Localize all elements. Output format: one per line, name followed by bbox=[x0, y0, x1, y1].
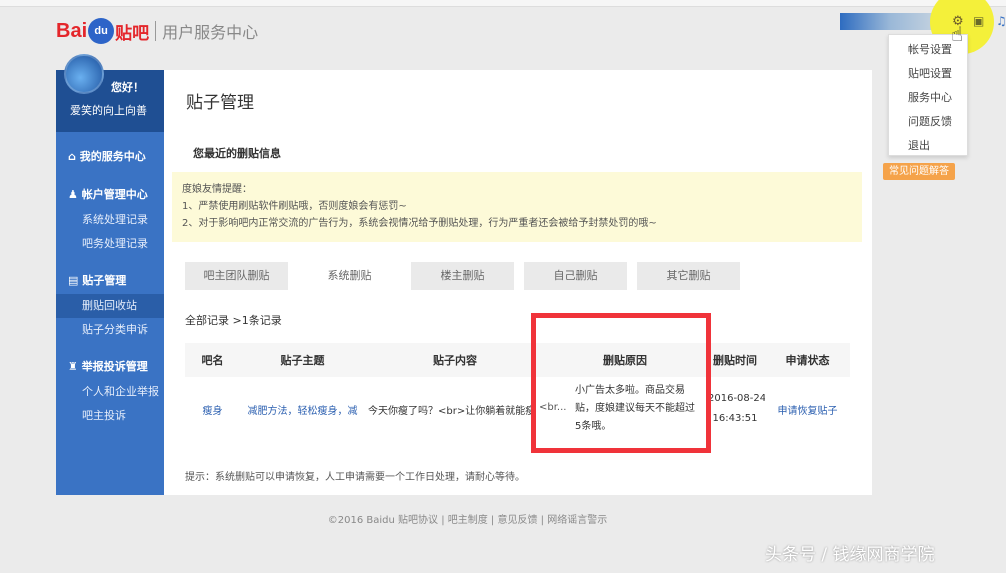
browser-top-bar bbox=[0, 0, 1006, 7]
restore-post-link[interactable]: 申请恢复贴子 bbox=[778, 406, 838, 417]
gift-icon[interactable]: ▣ bbox=[973, 14, 984, 28]
sidebar: 您好！ 爱笑的向上向善 ⌂ 我的服务中心 ♟ 帐户管理中心 系统处理记录 吧务处… bbox=[56, 54, 164, 495]
site-subtitle: 用户服务中心 bbox=[162, 23, 259, 42]
avatar[interactable] bbox=[64, 54, 104, 94]
username-link[interactable] bbox=[840, 13, 940, 30]
warning-line: 1、严禁使用刷贴软件刷贴哦，否则度娘会有惩罚~ bbox=[182, 201, 407, 212]
hand-cursor-icon: ☝ bbox=[951, 22, 964, 46]
tip-text: 提示：系统删贴可以申请恢复，人工申请需要一个工作日处理，请耐心等待。 bbox=[185, 472, 525, 483]
sidebar-item-appeal[interactable]: 贴子分类申诉 bbox=[56, 318, 164, 342]
page-title: 贴子管理 bbox=[186, 93, 254, 113]
table-row: 瘦身 减肥方法，轻松瘦身，减 今天你瘦了吗？<br>让你躺着就能瘦 小广告太多啦… bbox=[185, 377, 850, 441]
warning-box: 度娘友情提醒： 1、严禁使用刷贴软件刷贴哦，否则度娘会有惩罚~ 2、对于影响吧内… bbox=[172, 172, 862, 242]
menu-item-logout[interactable]: 退出 bbox=[889, 134, 967, 158]
tab-bar: 吧主团队删贴 系统删贴 楼主删贴 自己删贴 其它删贴 bbox=[185, 262, 750, 290]
tab-op[interactable]: 楼主删贴 bbox=[411, 262, 514, 290]
sidebar-item-report[interactable]: 个人和企业举报 bbox=[56, 380, 164, 404]
menu-item-tieba-settings[interactable]: 贴吧设置 bbox=[889, 62, 967, 86]
bell-icon[interactable]: ♫ bbox=[996, 14, 1006, 28]
logo-text: Bai bbox=[56, 19, 88, 42]
tab-admin-team[interactable]: 吧主团队删贴 bbox=[185, 262, 288, 290]
footer: ©2016 Baidu 贴吧协议 | 吧主制度 | 意见反馈 | 网络谣言警示 bbox=[327, 515, 608, 526]
col-topic: 贴子主题 bbox=[240, 343, 365, 377]
section-title: 您最近的删贴信息 bbox=[193, 147, 281, 160]
group-label: 举报投诉管理 bbox=[81, 360, 148, 373]
group-label: 我的服务中心 bbox=[79, 150, 146, 163]
faq-button[interactable]: 常见问题解答 bbox=[883, 163, 955, 180]
sidebar-item-system-records[interactable]: 系统处理记录 bbox=[56, 208, 164, 232]
col-status: 申请状态 bbox=[765, 343, 850, 377]
delete-time: 16:43:51 bbox=[712, 413, 758, 424]
sidebar-group-service[interactable]: ⌂ 我的服务中心 bbox=[56, 144, 164, 170]
menu-item-feedback[interactable]: 问题反馈 bbox=[889, 110, 967, 134]
watermark: 头条号 / 钱缘网商学院 bbox=[765, 545, 935, 565]
sidebar-item-recycle-bin[interactable]: 删贴回收站 bbox=[56, 294, 164, 318]
tab-system[interactable]: 系统删贴 bbox=[298, 262, 401, 290]
group-label: 贴子管理 bbox=[82, 274, 127, 287]
sidebar-group-posts[interactable]: ▤ 贴子管理 bbox=[56, 268, 164, 294]
settings-dropdown: 帐号设置 贴吧设置 服务中心 问题反馈 退出 bbox=[888, 34, 968, 156]
menu-item-service-center[interactable]: 服务中心 bbox=[889, 86, 967, 110]
tab-other[interactable]: 其它删贴 bbox=[637, 262, 740, 290]
col-forum: 吧名 bbox=[185, 343, 240, 377]
warning-line: 2、对于影响吧内正常交流的广告行为，系统会视情况给予删贴处理，行为严重者还会被给… bbox=[182, 218, 657, 229]
sidebar-item-admin-records[interactable]: 吧务处理记录 bbox=[56, 232, 164, 256]
logo-tieba: 贴吧 bbox=[115, 23, 150, 44]
post-content: 今天你瘦了吗？<br>让你躺着就能瘦 bbox=[368, 405, 536, 417]
sidebar-group-account[interactable]: ♟ 帐户管理中心 bbox=[56, 182, 164, 208]
deleted-posts-table: 吧名 贴子主题 贴子内容 删贴原因 删贴时间 申请状态 瘦身 减肥方法，轻松瘦身… bbox=[185, 343, 850, 441]
forum-link[interactable]: 瘦身 bbox=[203, 406, 223, 417]
user-panel: 您好！ 爱笑的向上向善 bbox=[56, 54, 164, 132]
baidu-tieba-logo[interactable]: Bai du 贴吧 用户服务中心 bbox=[56, 14, 258, 48]
post-content-more: <br... bbox=[538, 401, 568, 414]
col-time: 删贴时间 bbox=[705, 343, 765, 377]
topic-link[interactable]: 减肥方法，轻松瘦身，减 bbox=[248, 406, 358, 417]
record-count: 全部记录 >1条记录 bbox=[185, 314, 282, 327]
tab-self[interactable]: 自己删贴 bbox=[524, 262, 627, 290]
warning-line: 度娘友情提醒： bbox=[182, 184, 252, 195]
greeting: 您好！ bbox=[111, 81, 144, 94]
sidebar-group-report[interactable]: ♜ 举报投诉管理 bbox=[56, 354, 164, 380]
group-label: 帐户管理中心 bbox=[81, 188, 148, 201]
paw-icon: du bbox=[88, 18, 115, 44]
username[interactable]: 爱笑的向上向善 bbox=[70, 102, 147, 118]
highlight-box bbox=[531, 313, 711, 453]
col-content: 贴子内容 bbox=[365, 343, 545, 377]
table-header: 吧名 贴子主题 贴子内容 删贴原因 删贴时间 申请状态 bbox=[185, 343, 850, 377]
delete-date: 2016-08-24 bbox=[708, 393, 765, 404]
divider bbox=[155, 21, 157, 41]
sidebar-item-complaint[interactable]: 吧主投诉 bbox=[56, 404, 164, 428]
